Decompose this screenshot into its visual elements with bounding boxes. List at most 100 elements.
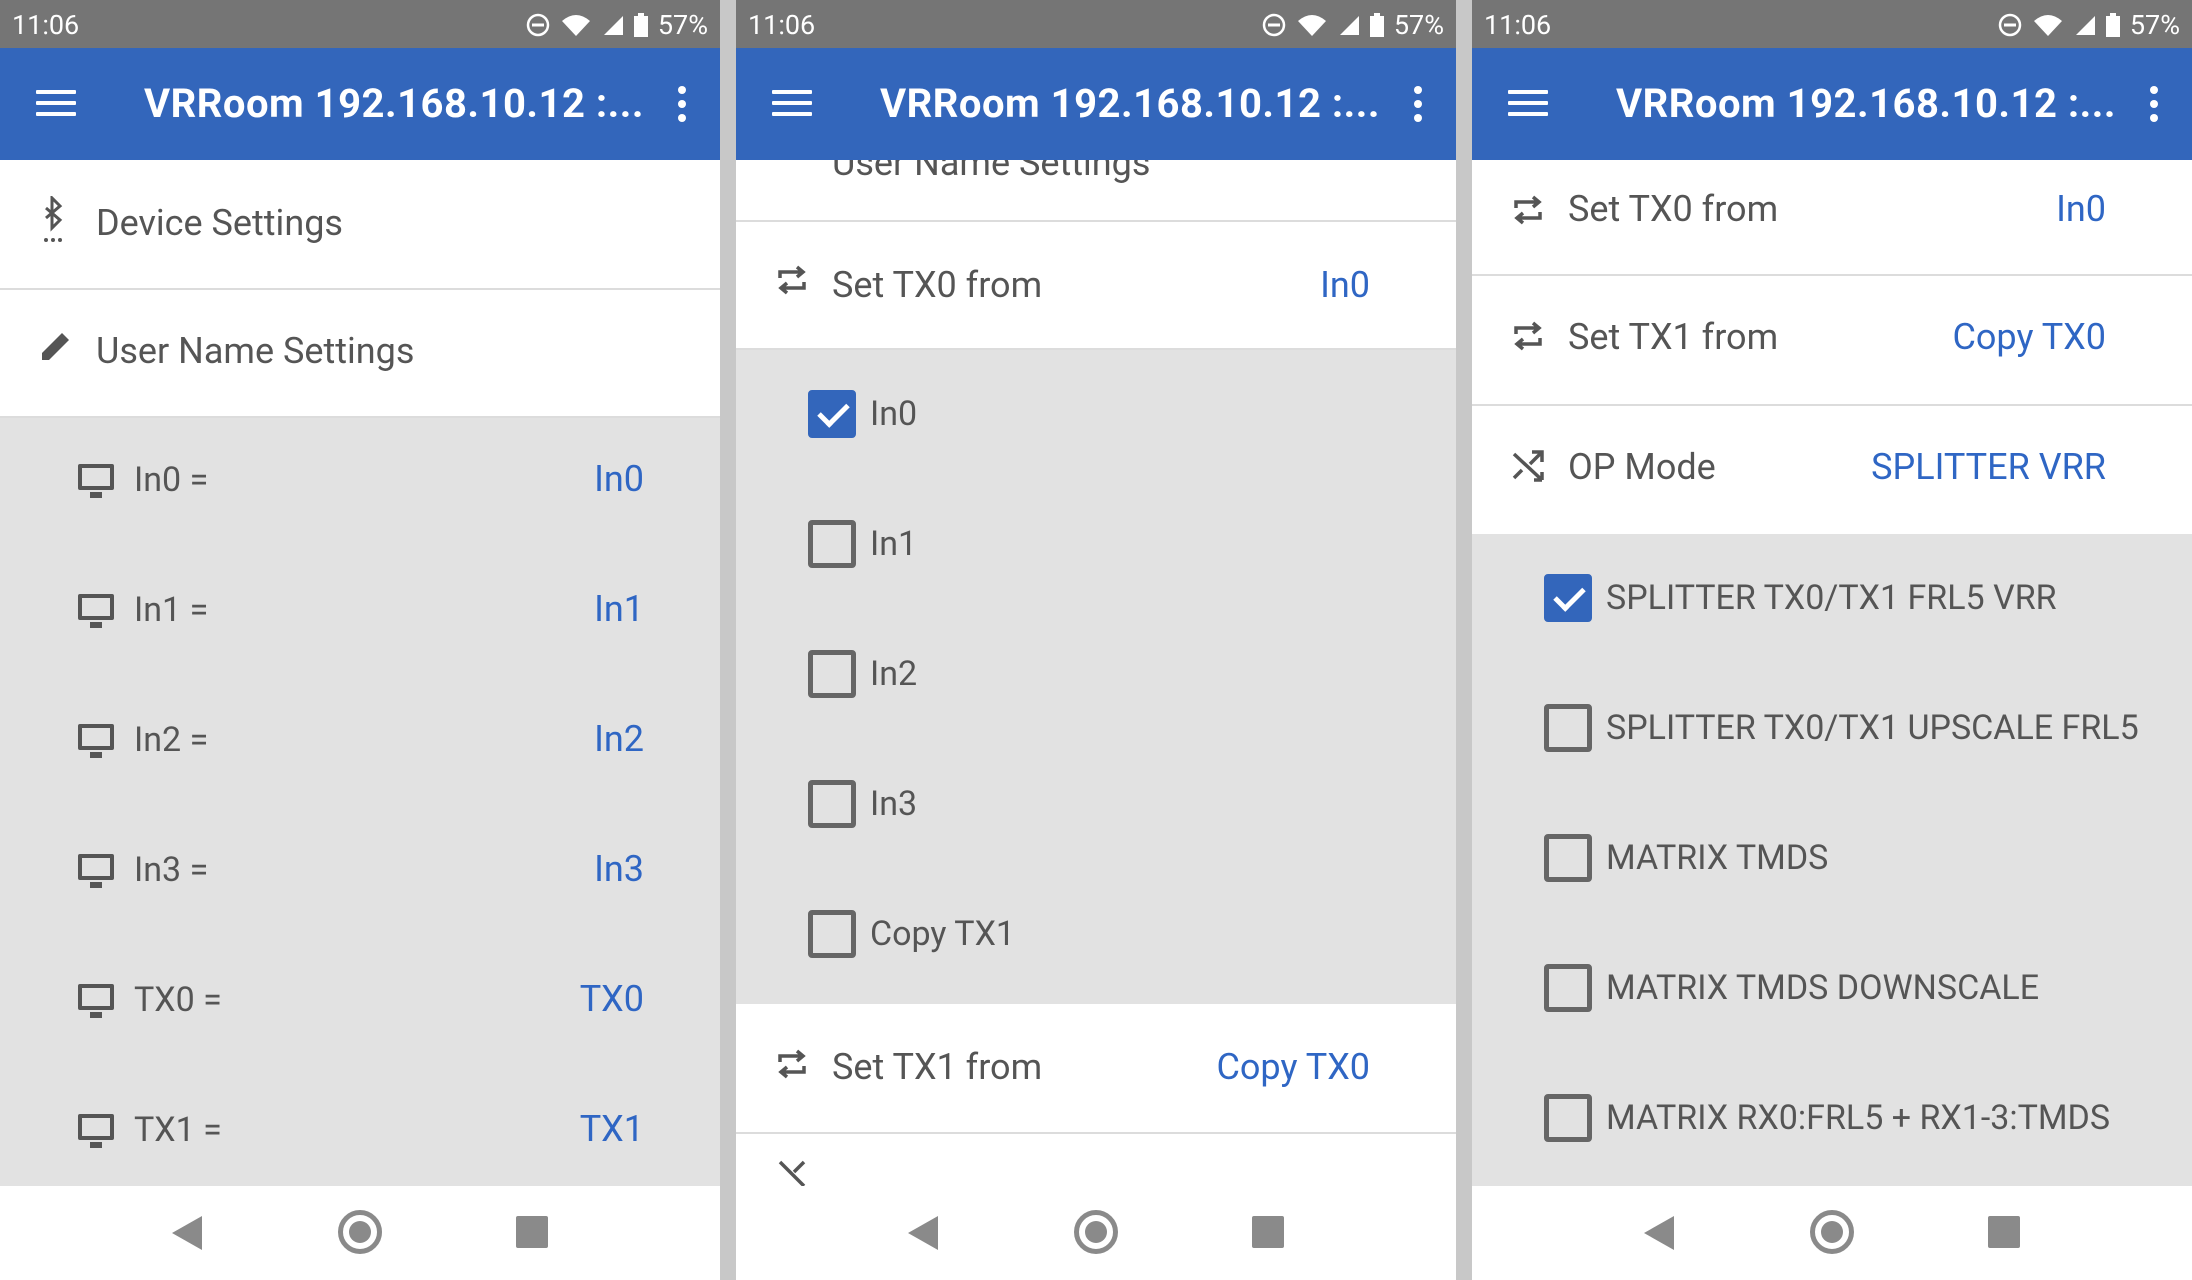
list-item-tx0[interactable]: TX0 = TX0 <box>0 938 720 1068</box>
option-matrix-rx0-frl5[interactable]: MATRIX RX0:FRL5 + RX1-3:TMDS <box>1472 1054 2192 1184</box>
home-icon[interactable] <box>1074 1210 1118 1254</box>
list-item-in0[interactable]: In0 = In0 <box>0 418 720 548</box>
checkbox[interactable] <box>1544 1094 1592 1142</box>
hamburger-menu-icon[interactable] <box>1508 90 1548 120</box>
item-value: TX1 <box>579 1108 644 1150</box>
signal-icon <box>603 16 623 35</box>
checkbox[interactable] <box>808 520 856 568</box>
shuffle-icon <box>1512 450 1544 482</box>
op-mode-row[interactable]: OP Mode SPLITTER VRR <box>1472 406 2192 534</box>
item-label: In0 = <box>134 460 209 500</box>
recent-apps-icon[interactable] <box>1252 1216 1284 1248</box>
status-bar: 11:06 57% <box>0 0 720 48</box>
option-label: MATRIX RX0:FRL5 + RX1-3:TMDS <box>1606 1098 2111 1138</box>
op-mode-options: SPLITTER TX0/TX1 FRL5 VRR SPLITTER TX0/T… <box>1472 534 2192 1186</box>
item-label: In3 = <box>134 850 209 890</box>
set-tx1-value: Copy TX0 <box>1216 1046 1370 1088</box>
set-tx0-label: Set TX0 from <box>1568 188 1779 230</box>
status-bar: 11:06 57% <box>736 0 1456 48</box>
option-splitter-frl5-vrr[interactable]: SPLITTER TX0/TX1 FRL5 VRR <box>1472 534 2192 664</box>
checkbox-checked[interactable] <box>1544 574 1592 622</box>
list-item-in2[interactable]: In2 = In2 <box>0 678 720 808</box>
home-icon[interactable] <box>1810 1210 1854 1254</box>
item-label: TX0 = <box>134 980 222 1020</box>
checkbox[interactable] <box>1544 964 1592 1012</box>
checkbox[interactable] <box>808 910 856 958</box>
option-label: SPLITTER TX0/TX1 UPSCALE FRL5 <box>1606 708 2139 748</box>
set-tx1-label: Set TX1 from <box>832 1046 1043 1088</box>
navigation-bar <box>0 1186 720 1280</box>
do-not-disturb-icon <box>1262 13 1286 37</box>
battery-icon <box>633 13 648 37</box>
monitor-icon <box>78 984 114 1018</box>
wifi-icon <box>2033 15 2062 36</box>
list-item-in3[interactable]: In3 = In3 <box>0 808 720 938</box>
home-icon[interactable] <box>338 1210 382 1254</box>
settings-list[interactable]: Set TX0 from In0 Set TX1 from Copy TX0 O… <box>1472 160 2192 1186</box>
tx0-source-options: In0 In1 In2 In3 Copy TX1 <box>736 350 1456 1004</box>
checkbox[interactable] <box>1544 704 1592 752</box>
back-icon[interactable] <box>908 1216 938 1250</box>
checkbox[interactable] <box>1544 834 1592 882</box>
item-value: TX0 <box>579 978 644 1020</box>
status-bar: 11:06 57% <box>1472 0 2192 48</box>
option-in2[interactable]: In2 <box>736 610 1456 740</box>
monitor-icon <box>78 594 114 628</box>
settings-list[interactable]: User Name Settings Set TX0 from In0 In0 … <box>736 160 1456 1186</box>
set-tx1-row[interactable]: Set TX1 from Copy TX0 <box>736 1004 1456 1134</box>
more-options-icon[interactable] <box>1414 86 1422 128</box>
item-value: In1 <box>594 588 644 630</box>
battery-percent: 57% <box>657 9 708 41</box>
hamburger-menu-icon[interactable] <box>772 90 812 120</box>
screen-panel-3: 11:06 57% VRRoom 192.168.10.12 :... Set … <box>1472 0 2192 1280</box>
monitor-icon <box>78 854 114 888</box>
repeat-icon <box>1514 321 1542 351</box>
set-tx0-row[interactable]: Set TX0 from In0 <box>736 222 1456 350</box>
checkbox[interactable] <box>808 780 856 828</box>
user-name-settings-row[interactable]: User Name Settings <box>0 290 720 418</box>
monitor-icon <box>78 724 114 758</box>
more-options-icon[interactable] <box>2150 86 2158 128</box>
back-icon[interactable] <box>172 1216 202 1250</box>
option-copy-tx1[interactable]: Copy TX1 <box>736 870 1456 1000</box>
option-matrix-tmds-downscale[interactable]: MATRIX TMDS DOWNSCALE <box>1472 924 2192 1054</box>
option-in0[interactable]: In0 <box>736 350 1456 480</box>
list-item-tx1[interactable]: TX1 = TX1 <box>0 1068 720 1186</box>
back-icon[interactable] <box>1644 1216 1674 1250</box>
signal-icon <box>2075 16 2095 35</box>
option-label: In3 <box>870 784 918 824</box>
set-tx0-value: In0 <box>2056 188 2106 230</box>
option-matrix-tmds[interactable]: MATRIX TMDS <box>1472 794 2192 924</box>
status-time: 11:06 <box>12 9 80 41</box>
screen-panel-2: 11:06 57% VRRoom 192.168.10.12 :... User… <box>736 0 1456 1280</box>
recent-apps-icon[interactable] <box>1988 1216 2020 1248</box>
more-options-icon[interactable] <box>678 86 686 128</box>
app-title: VRRoom 192.168.10.12 :... <box>880 80 1380 127</box>
app-bar: VRRoom 192.168.10.12 :... <box>736 48 1456 160</box>
checkbox[interactable] <box>808 650 856 698</box>
item-label: In1 = <box>134 590 209 630</box>
set-tx0-value: In0 <box>1320 264 1370 306</box>
option-label: Copy TX1 <box>870 914 1015 954</box>
user-name-settings-row[interactable]: User Name Settings <box>736 160 1456 222</box>
option-in3[interactable]: In3 <box>736 740 1456 870</box>
op-mode-row-partial[interactable] <box>736 1134 1456 1186</box>
recent-apps-icon[interactable] <box>516 1216 548 1248</box>
option-label: In1 <box>870 524 918 564</box>
set-tx0-row[interactable]: Set TX0 from In0 <box>1472 160 2192 276</box>
hamburger-menu-icon[interactable] <box>36 90 76 120</box>
status-time: 11:06 <box>748 9 816 41</box>
settings-list[interactable]: Device Settings User Name Settings In0 =… <box>0 160 720 1186</box>
list-item-in1[interactable]: In1 = In1 <box>0 548 720 678</box>
device-settings-row[interactable]: Device Settings <box>0 160 720 290</box>
set-tx1-row[interactable]: Set TX1 from Copy TX0 <box>1472 276 2192 406</box>
app-bar: VRRoom 192.168.10.12 :... <box>1472 48 2192 160</box>
do-not-disturb-icon <box>526 13 550 37</box>
option-splitter-upscale-frl5[interactable]: SPLITTER TX0/TX1 UPSCALE FRL5 <box>1472 664 2192 794</box>
checkbox-checked[interactable] <box>808 390 856 438</box>
option-in1[interactable]: In1 <box>736 480 1456 610</box>
op-mode-label: OP Mode <box>1568 446 1716 488</box>
set-tx0-label: Set TX0 from <box>832 264 1043 306</box>
item-value: In2 <box>594 718 644 760</box>
battery-percent: 57% <box>1393 9 1444 41</box>
